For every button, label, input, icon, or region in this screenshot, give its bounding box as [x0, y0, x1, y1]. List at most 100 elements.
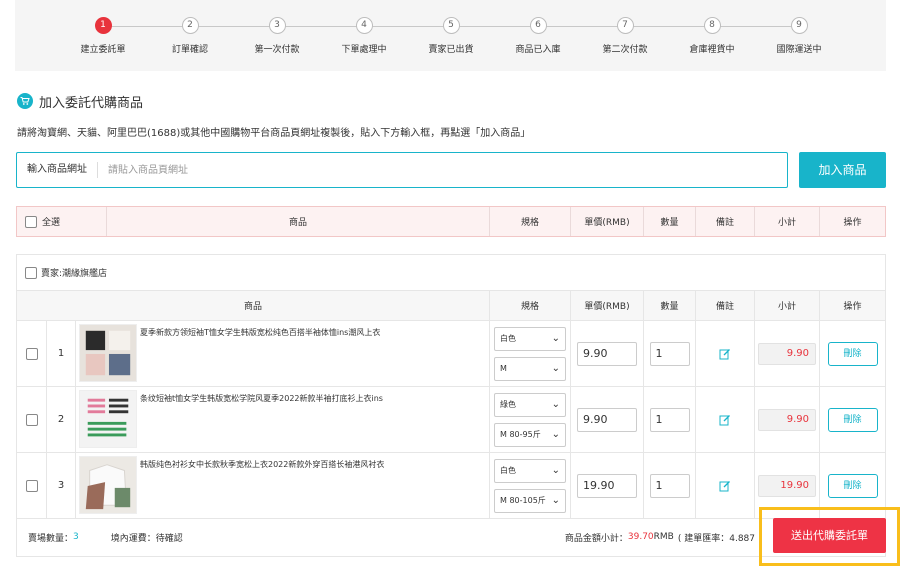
row-checkbox-cell: [17, 321, 47, 386]
step-8-number: 8: [703, 17, 721, 34]
step-4: 4 下單處理中: [324, 17, 404, 55]
price-cell: 9.90: [571, 321, 644, 386]
section-header: 加入委託代購商品: [17, 92, 143, 111]
shop-table-header: 商品 規格 單價(RMB) 數量 備註 小計 操作: [17, 291, 885, 321]
step-5-number: 5: [442, 17, 460, 34]
table-row: 2 条纹短袖t恤女学生韩版宽松学院风夏季2022新款半袖打底衫上衣ins 綠色 ⌄…: [17, 387, 885, 453]
table-row: 3 韩版纯色衬衫女中长款秋季宽松上衣2022新款外穿百搭长袖港风衬衣 白色 ⌄ M…: [17, 453, 885, 519]
product-name[interactable]: 条纹短袖t恤女学生韩版宽松学院风夏季2022新款半袖打底衫上衣ins: [140, 390, 383, 404]
shop-header-row: 賣家:潮緣旗艦店: [17, 255, 885, 291]
step-1: 1 建立委託單: [63, 17, 143, 55]
select-all-checkbox[interactable]: [25, 215, 37, 228]
size-select-value: M 80-105斤: [500, 496, 546, 505]
size-select-value: M: [500, 364, 507, 373]
edit-note-icon[interactable]: [719, 348, 731, 360]
step-7-number: 7: [616, 17, 634, 34]
product-thumbnail[interactable]: [79, 390, 137, 448]
header-action: 操作: [843, 218, 862, 228]
subtotal-amount: 39.70: [627, 532, 654, 542]
shop-header-product: 商品: [17, 291, 490, 320]
header-unit-price: 單價(RMB): [571, 207, 644, 236]
row-index: 2: [47, 387, 76, 452]
instruction-text: 請將淘寶網、天貓、阿里巴巴(1688)或其他中國購物平台商品頁網址複製後，貼入下…: [17, 128, 531, 139]
color-select[interactable]: 綠色 ⌄: [494, 392, 566, 417]
row-checkbox-cell: [17, 387, 47, 452]
shop-header-note: 備註: [696, 291, 755, 320]
row-checkbox[interactable]: [25, 479, 38, 492]
row-subtotal: 9.90: [758, 342, 816, 365]
step-5: 5 賣家已出貨: [411, 17, 491, 55]
note-cell: [696, 387, 755, 452]
step-6-label: 商品已入庫: [515, 45, 561, 55]
unit-price-input[interactable]: 9.90: [577, 341, 637, 366]
size-select-value: M 80-95斤: [500, 430, 541, 439]
header-subtotal: 小計: [755, 207, 820, 236]
step-6-number: 6: [529, 17, 547, 34]
shop-header-subtotal: 小計: [755, 291, 820, 320]
delete-button[interactable]: 刪除: [827, 473, 878, 498]
color-select-value: 綠色: [500, 400, 516, 409]
shipping-value: 待確認: [155, 533, 183, 544]
header-spec: 規格: [490, 207, 571, 236]
shop-count: 3: [73, 532, 79, 542]
step-2-number: 2: [181, 17, 199, 34]
submit-order-button[interactable]: 送出代購委託單: [773, 518, 886, 553]
shop-count-label: 賣場數量：: [28, 533, 74, 544]
price-cell: 9.90: [571, 387, 644, 452]
size-select[interactable]: M ⌄: [494, 356, 566, 381]
shipping-label: 境內運費：: [110, 533, 156, 544]
row-subtotal: 19.90: [758, 474, 816, 497]
color-select-value: 白色: [500, 466, 516, 475]
qty-cell: 1: [644, 387, 696, 452]
chevron-down-icon: ⌄: [551, 363, 560, 374]
unit-price-input[interactable]: 19.90: [577, 473, 637, 498]
row-checkbox[interactable]: [25, 347, 38, 360]
delete-button[interactable]: 刪除: [827, 341, 878, 366]
row-index: 1: [47, 321, 76, 386]
step-2-label: 訂單確認: [171, 45, 208, 55]
select-all-label: 全選: [42, 218, 61, 228]
product-name[interactable]: 韩版纯色衬衫女中长款秋季宽松上衣2022新款外穿百搭长袖港风衬衣: [140, 456, 384, 470]
shop-header-spec: 規格: [490, 291, 571, 320]
edit-note-icon[interactable]: [719, 414, 731, 426]
subtotal-cell: 9.90: [755, 321, 820, 386]
color-select-value: 白色: [500, 334, 516, 343]
color-select[interactable]: 白色 ⌄: [494, 326, 566, 351]
delete-button[interactable]: 刪除: [827, 407, 878, 432]
product-thumbnail[interactable]: [79, 324, 137, 382]
row-checkbox-cell: [17, 453, 47, 518]
note-cell: [696, 321, 755, 386]
order-summary: 賣場數量： 3 境內運費： 待確認 商品金額小計： 39.70 RMB ( 建單…: [16, 517, 886, 557]
quantity-input[interactable]: 1: [649, 473, 690, 498]
select-all-cell: 全選: [17, 207, 107, 236]
edit-note-icon[interactable]: [719, 480, 731, 492]
step-3: 3 第一次付款: [237, 17, 317, 55]
product-thumbnail[interactable]: [79, 456, 137, 514]
step-9-number: 9: [790, 17, 808, 34]
chevron-down-icon: ⌄: [551, 399, 560, 410]
quantity-input[interactable]: 1: [649, 407, 690, 432]
add-product-button[interactable]: 加入商品: [799, 152, 886, 188]
subtotal-label: 商品金額小計：: [564, 533, 628, 544]
spec-cell: 白色 ⌄ M 80-105斤 ⌄: [490, 453, 571, 518]
product-name[interactable]: 夏季新款方领短袖T恤女学生韩版宽松纯色百搭半袖体恤ins潮风上衣: [140, 324, 380, 338]
product-cell: 夏季新款方领短袖T恤女学生韩版宽松纯色百搭半袖体恤ins潮风上衣: [76, 321, 490, 386]
color-select[interactable]: 白色 ⌄: [494, 458, 566, 483]
step-1-number: 1: [94, 17, 112, 34]
product-url-input[interactable]: [98, 155, 787, 185]
row-checkbox[interactable]: [25, 413, 38, 426]
unit-price-input[interactable]: 9.90: [577, 407, 637, 432]
exchange-rate: ( 建單匯率：4.887: [677, 533, 755, 544]
size-select[interactable]: M 80-95斤 ⌄: [494, 422, 566, 447]
step-4-number: 4: [355, 17, 373, 34]
shop-checkbox[interactable]: [25, 266, 37, 279]
cart-table-header: 全選 商品 規格 單價(RMB) 數量 備註 小計 操作: [16, 206, 886, 237]
step-9: 9 國際運送中: [759, 17, 839, 55]
shop-block: 賣家:潮緣旗艦店 商品 規格 單價(RMB) 數量 備註 小計 操作 1 夏季新…: [16, 254, 886, 557]
header-product: 商品: [107, 207, 490, 236]
quantity-input[interactable]: 1: [649, 341, 690, 366]
size-select[interactable]: M 80-105斤 ⌄: [494, 488, 566, 513]
spec-cell: 綠色 ⌄ M 80-95斤 ⌄: [490, 387, 571, 452]
step-7-label: 第二次付款: [602, 45, 648, 55]
chevron-down-icon: ⌄: [551, 465, 560, 476]
